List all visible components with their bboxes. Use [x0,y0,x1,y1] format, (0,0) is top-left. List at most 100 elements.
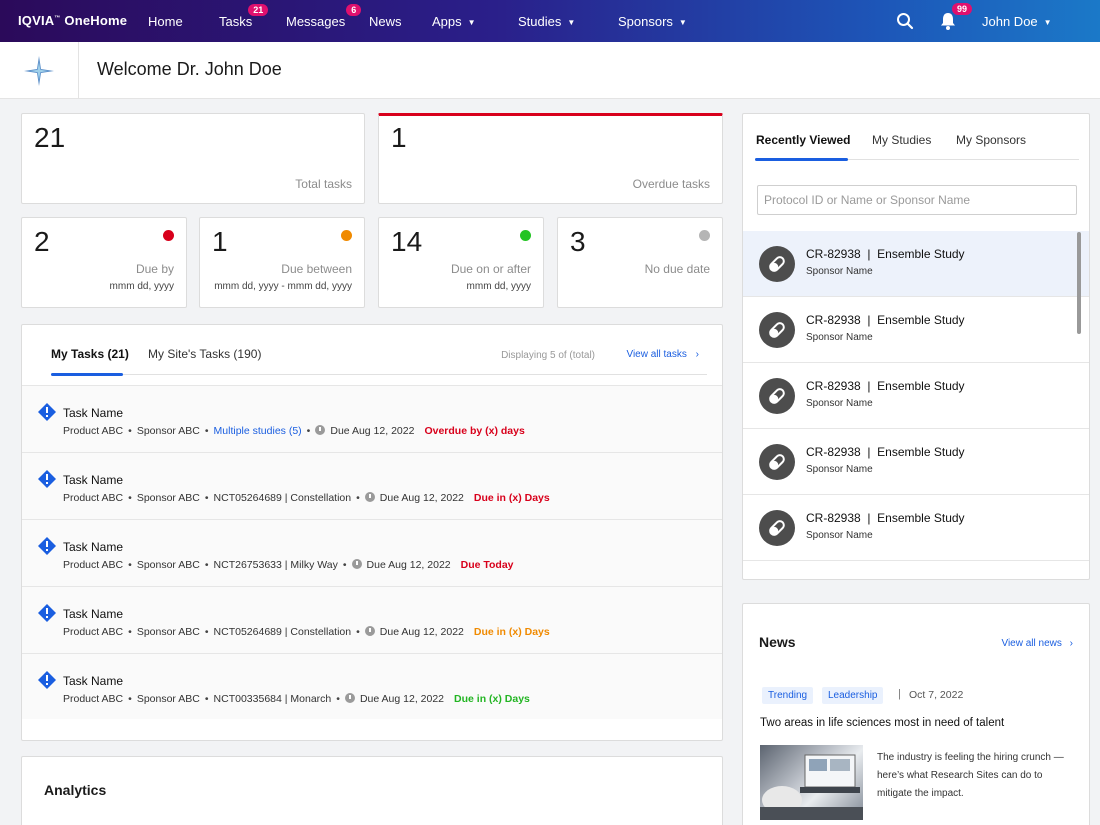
study-title: CR-82938 | Ensemble Study [806,247,965,261]
nav-tasks[interactable]: Tasks 21 [219,4,269,29]
no-due-date-label: No due date [644,262,710,276]
notifications-button[interactable]: 99 [940,3,972,30]
tag-chip[interactable]: Leadership [822,687,884,704]
task-row[interactable]: Task Name Product ABC • Sponsor ABC • NCT052… [22,452,722,519]
capsule-icon [759,444,795,480]
total-tasks-count: 21 [34,122,66,153]
nav-news[interactable]: News [369,14,402,29]
news-panel: News View all news › Trending Leadership… [742,603,1090,825]
due-between-dates: mmm dd, yyyy - mmm dd, yyyy [214,281,352,292]
study-item[interactable]: CR-82938 | Ensemble Study Sponsor Name [743,429,1089,495]
alert-diamond-icon [38,537,56,555]
capsule-icon [759,312,795,348]
nav-messages[interactable]: Messages 6 [286,4,362,29]
study-item[interactable]: CR-82938 | Ensemble Study Sponsor Name [743,297,1089,363]
total-tasks-card[interactable]: 21 Total tasks [21,113,365,204]
recent-panel: Recently Viewed My Studies My Sponsors C… [742,113,1090,580]
study-item[interactable]: CR-82938 | Ensemble Study Sponsor Name [743,231,1089,297]
brand-logo[interactable]: IQVIA™ OneHome [18,13,127,28]
study-title: CR-82938 | Ensemble Study [806,379,965,393]
news-thumbnail[interactable] [760,745,863,820]
active-tab-indicator [51,373,123,376]
study-search-input[interactable] [757,185,1077,215]
task-meta: Product ABC • Sponsor ABC • NCT26753633 | Mi… [63,559,514,571]
due-by-date: mmm dd, yyyy [109,281,174,292]
status-dot [341,230,352,241]
tab-my-tasks[interactable]: My Tasks (21) [51,347,129,361]
nav-apps[interactable]: Apps ▼ [432,14,476,29]
chevron-right-icon: › [1069,638,1073,649]
task-status: Due Today [460,559,514,571]
task-row[interactable]: Task Name Product ABC • Sponsor ABC • NCT267… [22,519,722,586]
study-sponsor: Sponsor Name [806,398,873,409]
recent-tabs: Recently Viewed My Studies My Sponsors [755,132,1079,161]
view-all-tasks-link[interactable]: View all tasks › [626,349,699,360]
chevron-down-icon: ▼ [567,18,576,28]
chevron-down-icon: ▼ [467,18,476,28]
status-dot [699,230,710,241]
task-meta: Product ABC • Sponsor ABC • Multiple studies… [63,425,525,437]
due-by-label: Due by [135,262,174,276]
study-item[interactable]: CR-82938 | Ensemble Study Sponsor Name [743,495,1089,561]
no-due-date-count: 3 [570,226,586,257]
due-after-date: mmm dd, yyyy [466,281,531,292]
active-tab-indicator [755,158,848,161]
nav-studies[interactable]: Studies ▼ [518,14,575,29]
total-tasks-label: Total tasks [295,177,352,191]
scrollbar[interactable] [1077,232,1081,334]
task-name: Task Name [63,607,124,621]
task-status: Due in (x) Days [473,626,550,638]
nav-sponsors[interactable]: Sponsors ▼ [618,14,687,29]
tab-my-sponsors[interactable]: My Sponsors [956,133,1026,147]
task-name: Task Name [63,674,124,688]
tag-chip[interactable]: Trending [762,687,814,704]
due-between-count: 1 [212,226,228,257]
search-icon[interactable] [896,12,914,30]
task-row[interactable]: Task Name Product ABC • Sponsor ABC • NCT052… [22,586,722,653]
no-due-date-card[interactable]: 3 No due date [557,217,723,308]
page-title: Welcome Dr. John Doe [97,59,282,79]
clock-icon [344,693,355,703]
multiple-studies-link[interactable]: Multiple studies (5) [214,425,302,437]
task-row[interactable]: Task Name Product ABC • Sponsor ABC • NCT003… [22,653,722,719]
divider: | [898,688,901,700]
study-sponsor: Sponsor Name [806,266,873,277]
user-menu[interactable]: John Doe ▼ [982,14,1052,29]
task-name: Task Name [63,406,124,420]
view-all-news-link[interactable]: View all news › [1001,638,1073,649]
task-name: Task Name [63,473,124,487]
notifications-badge: 99 [951,3,972,15]
chevron-down-icon: ▼ [678,18,687,28]
tasks-tabs: My Tasks (21) My Site's Tasks (190) Disp… [51,347,707,376]
analytics-title: Analytics [44,782,107,798]
tab-my-studies[interactable]: My Studies [872,133,931,147]
alert-diamond-icon [38,403,56,421]
bell-icon [941,13,955,30]
task-name: Task Name [63,540,124,554]
clock-icon [351,559,362,569]
tasks-panel: My Tasks (21) My Site's Tasks (190) Disp… [21,324,723,741]
study-item[interactable]: CR-82938 | Ensemble Study Sponsor Name [743,363,1089,429]
due-by-card[interactable]: 2 Due by mmm dd, yyyy [21,217,187,308]
alert-diamond-icon [38,470,56,488]
nav-home[interactable]: Home [148,14,183,29]
laptop-photo-icon [760,754,863,820]
news-headline[interactable]: Two areas in life sciences most in need … [760,717,1004,729]
task-meta: Product ABC • Sponsor ABC • NCT05264689 | Co… [63,626,550,638]
overdue-tasks-card[interactable]: 1 Overdue tasks [378,113,723,204]
due-after-card[interactable]: 14 Due on or after mmm dd, yyyy [378,217,544,308]
task-status: Due in (x) Days [454,693,530,705]
overdue-tasks-count: 1 [391,122,407,153]
displaying-count: Displaying 5 of (total) [501,350,595,361]
tab-recently-viewed[interactable]: Recently Viewed [756,133,851,147]
news-summary: The industry is feeling the hiring crunc… [877,752,1064,799]
task-meta: Product ABC • Sponsor ABC • NCT00335684 | Mo… [63,693,530,705]
analytics-panel: Analytics [21,756,723,825]
due-between-card[interactable]: 1 Due between mmm dd, yyyy - mmm dd, yyy… [199,217,365,308]
task-status: Overdue by (x) days [424,425,525,437]
clock-icon [364,626,375,636]
tab-site-tasks[interactable]: My Site's Tasks (190) [148,347,261,361]
task-row[interactable]: Task Name Product ABC • Sponsor ABC • Multip… [22,385,722,452]
news-date: Oct 7, 2022 [909,689,964,701]
due-between-label: Due between [281,262,352,276]
